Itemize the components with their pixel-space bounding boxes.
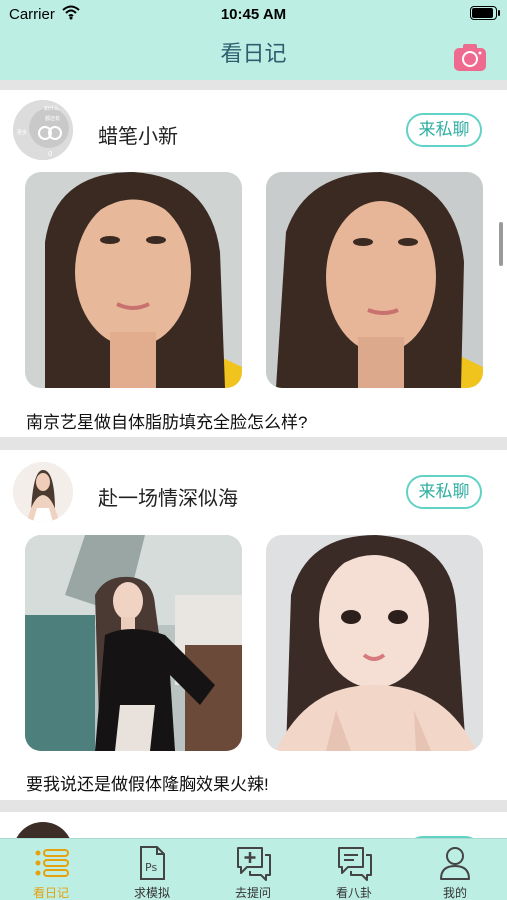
chat-bubble-icon: [338, 847, 372, 881]
avatar-text: 0: [48, 150, 52, 158]
person-icon: [440, 847, 470, 880]
private-chat-button[interactable]: 来私聊: [406, 113, 482, 147]
tab-diary[interactable]: 看日记: [11, 839, 91, 900]
section-divider: [0, 80, 507, 90]
list-icon: [35, 849, 69, 877]
camera-icon[interactable]: [453, 42, 487, 72]
post-photo[interactable]: [266, 172, 483, 388]
avatar-text: 都还有: [45, 115, 60, 122]
tab-bar: 看日记 Ps 求模拟 去提问 看八卦 我的: [0, 838, 507, 900]
tab-mine[interactable]: 我的: [415, 839, 495, 900]
avatar[interactable]: [13, 462, 73, 522]
post-photo[interactable]: [266, 535, 483, 751]
diary-post[interactable]: 赴一场情深似海 来私聊 要我说还是做假体隆胸效果火辣!: [0, 450, 507, 800]
avatar-text: 如什么: [44, 105, 59, 112]
section-divider: [0, 437, 507, 450]
post-photo[interactable]: [25, 535, 242, 751]
tab-label: 去提问: [234, 886, 271, 900]
tab-simulate[interactable]: Ps 求模拟: [112, 839, 192, 900]
tab-gossip[interactable]: 看八卦: [314, 839, 394, 900]
add-chat-icon: [237, 847, 271, 881]
username[interactable]: 赴一场情深似海: [98, 482, 238, 511]
ps-document-icon: Ps: [140, 846, 165, 880]
avatar-text: 更多: [17, 129, 27, 136]
avatar-photo: [13, 462, 73, 522]
tab-label: 看八卦: [335, 886, 372, 900]
status-time: 10:45 AM: [220, 6, 287, 23]
avatar[interactable]: 如什么 都还有 更多 0: [13, 100, 73, 160]
page-title: 看日记: [220, 41, 287, 66]
post-caption[interactable]: 要我说还是做假体隆胸效果火辣!: [26, 770, 269, 795]
post-caption[interactable]: 南京艺星做自体脂肪填充全脸怎么样?: [26, 408, 307, 433]
tab-label: 我的: [442, 886, 467, 900]
scrollbar[interactable]: [499, 222, 503, 266]
tab-label: 求模拟: [133, 886, 170, 900]
top-bar: Carrier 10:45 AM 看日记: [0, 0, 507, 80]
section-divider: [0, 800, 507, 812]
svg-text:Ps: Ps: [145, 861, 157, 874]
avatar-logo: 如什么 都还有 更多 0: [13, 100, 73, 160]
diary-post[interactable]: 如什么 都还有 更多 0 蜡笔小新 来私聊 南京艺星做自体脂肪填充全脸怎么样?: [0, 90, 507, 437]
status-bar: Carrier 10:45 AM: [0, 0, 507, 28]
tab-label: 看日记: [32, 886, 69, 900]
post-photo[interactable]: [25, 172, 242, 388]
battery-icon: [470, 6, 500, 20]
tab-ask[interactable]: 去提问: [213, 839, 293, 900]
avatar[interactable]: [13, 822, 73, 838]
private-chat-button[interactable]: 来私聊: [406, 475, 482, 509]
diary-post[interactable]: [0, 812, 507, 838]
username[interactable]: 蜡笔小新: [98, 120, 178, 149]
